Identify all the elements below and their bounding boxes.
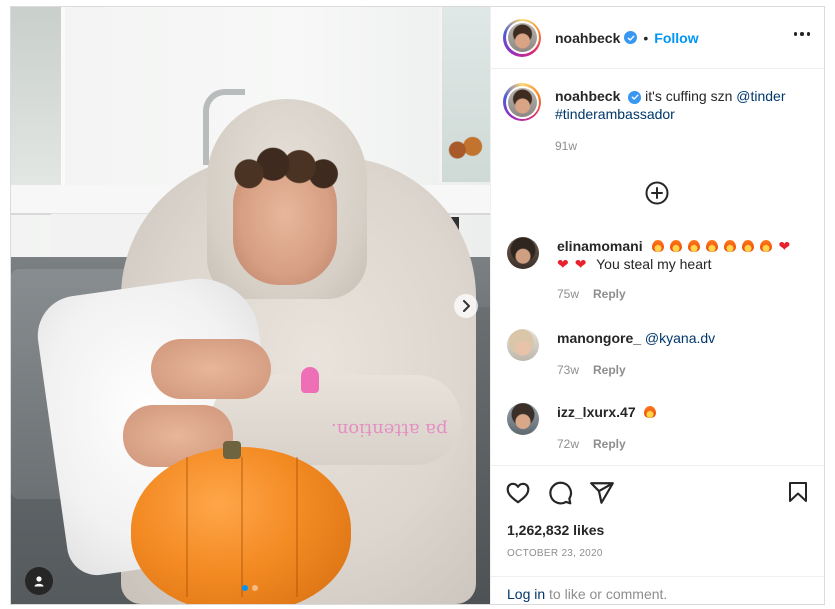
caption-avatar-border (505, 85, 539, 119)
caption-mention-link[interactable]: @tinder (736, 88, 785, 104)
fire-emoji-icon (670, 240, 683, 252)
photo-pumpkin-rib (186, 457, 188, 597)
comment-age[interactable]: 73w (557, 361, 579, 379)
next-image-button[interactable] (454, 294, 478, 318)
comment-body: manongore_ @kyana.dv 73w Reply (557, 329, 715, 379)
fire-emoji-icon (643, 406, 656, 418)
login-prompt: Log in to like or comment. (491, 576, 824, 604)
comment-age[interactable]: 72w (557, 435, 579, 453)
fire-emoji-icon (652, 240, 665, 252)
fire-emoji-icon (742, 240, 755, 252)
comment-emoji-line1: ❤ (652, 238, 796, 254)
comment-avatar[interactable] (507, 403, 539, 435)
verified-badge-icon (628, 90, 642, 104)
author-avatar-border (505, 21, 539, 54)
post-date[interactable]: OCTOBER 23, 2020 (507, 548, 603, 559)
photo-pumpkin-stem (223, 441, 241, 459)
author-avatar[interactable] (503, 18, 541, 57)
author-avatar-image (507, 23, 537, 52)
photo-sleeve-print: pa attention. (331, 419, 448, 440)
reply-button[interactable]: Reply (593, 361, 626, 379)
comment-item: elinamomani ❤ ❤ ❤ You steal my heart 75w … (507, 237, 812, 303)
comment-age[interactable]: 75w (557, 285, 579, 303)
photo-hoodie-logo (301, 367, 319, 393)
photo-shelf-items (446, 132, 484, 168)
caption-body: noahbeck it's cuffing szn @tinder #tinde… (555, 87, 786, 155)
caption-age[interactable]: 91w (555, 137, 577, 155)
heart-emoji-icon: ❤ (574, 256, 587, 272)
comment-avatar[interactable] (507, 237, 539, 269)
header-separator: • (643, 29, 649, 46)
comment-meta: 72w Reply (557, 435, 662, 453)
comment-meta: 73w Reply (557, 361, 715, 379)
reply-button[interactable]: Reply (593, 435, 626, 453)
chevron-right-icon (463, 300, 470, 312)
comment-meta: 75w Reply (557, 285, 796, 303)
fire-emoji-icon (724, 240, 737, 252)
caption-meta: 91w (555, 137, 786, 155)
comment-avatar[interactable] (507, 329, 539, 361)
caption-username[interactable]: noahbeck (555, 88, 620, 104)
photo-hand-upper (151, 339, 271, 399)
post-actions: 1,262,832 likes OCTOBER 23, 2020 Log in … (491, 465, 824, 604)
photo-window (11, 7, 65, 187)
heart-emoji-icon: ❤ (778, 238, 791, 254)
tagged-users-button[interactable] (25, 567, 53, 595)
comment-username[interactable]: elinamomani (557, 238, 643, 254)
comment-item: manongore_ @kyana.dv 73w Reply (507, 329, 812, 379)
plus-circle-icon[interactable] (645, 181, 669, 205)
photo-pumpkin-rib (241, 457, 243, 597)
comment-icon[interactable] (547, 480, 573, 506)
likes-count[interactable]: 1,262,832 likes (507, 522, 604, 538)
login-suffix: to like or comment. (545, 586, 668, 602)
user-tag-icon (34, 576, 44, 587)
follow-button[interactable]: Follow (654, 30, 698, 46)
carousel-dot-1 (242, 585, 248, 591)
carousel-indicator (242, 585, 258, 591)
post-caption: noahbeck it's cuffing szn @tinder #tinde… (503, 83, 813, 155)
photo-hair (225, 145, 345, 193)
verified-badge-icon (624, 31, 638, 44)
comment-username[interactable]: manongore_ (557, 330, 641, 346)
action-icons (505, 480, 615, 506)
post-modal: pa attention. noahbeck • Follow noahbeck… (10, 6, 825, 605)
carousel-dot-2 (252, 585, 258, 591)
heart-icon[interactable] (505, 480, 531, 506)
login-link[interactable]: Log in (507, 586, 545, 602)
comment-username[interactable]: izz_lxurx.47 (557, 404, 636, 420)
author-username[interactable]: noahbeck (555, 30, 620, 46)
comments-list[interactable]: noahbeck it's cuffing szn @tinder #tinde… (491, 69, 824, 465)
post-header: noahbeck • Follow (491, 7, 824, 69)
caption-author-avatar[interactable] (503, 83, 541, 121)
photo-pumpkin-rib (296, 457, 298, 597)
caption-hashtag-link[interactable]: #tinderambassador (555, 106, 675, 122)
comment-body: elinamomani ❤ ❤ ❤ You steal my heart 75w … (557, 237, 796, 303)
post-side-panel: noahbeck • Follow noahbeck it's cuffing … (490, 7, 824, 604)
heart-emoji-icon: ❤ (557, 256, 569, 272)
comment-body: izz_lxurx.47 72w Reply (557, 403, 662, 453)
comment-mention-link[interactable]: @kyana.dv (645, 330, 715, 346)
fire-emoji-icon (706, 240, 719, 252)
fire-emoji-icon (688, 240, 701, 252)
bookmark-icon[interactable] (786, 480, 810, 504)
comment-text: You steal my heart (596, 256, 712, 272)
comment-item: izz_lxurx.47 72w Reply (507, 403, 812, 453)
post-photo[interactable]: pa attention. (11, 7, 490, 604)
more-options-icon[interactable] (793, 32, 810, 36)
share-icon[interactable] (589, 480, 615, 506)
fire-emoji-icon (760, 240, 773, 252)
caption-avatar-image (507, 87, 537, 117)
reply-button[interactable]: Reply (593, 285, 626, 303)
caption-text: it's cuffing szn (645, 88, 733, 104)
